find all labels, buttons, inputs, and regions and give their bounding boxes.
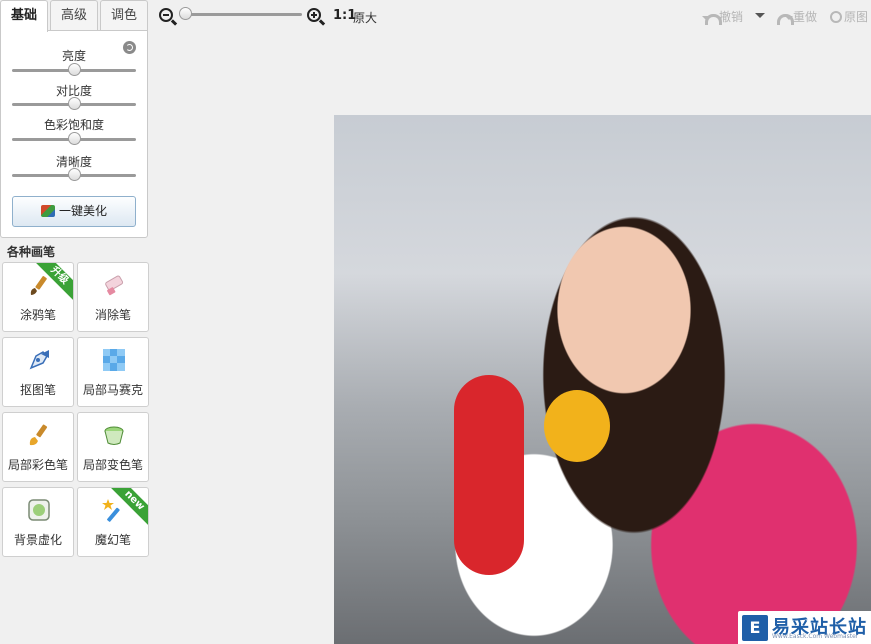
mosaic-brush-button[interactable]: 局部马赛克: [77, 337, 149, 407]
image-canvas[interactable]: [334, 115, 871, 644]
mosaic-brush-label: 局部马赛克: [82, 383, 143, 397]
original-image-icon: [830, 11, 842, 23]
sharpness-slider-thumb[interactable]: [68, 168, 81, 181]
original-image-label: 原图: [844, 10, 869, 24]
photo-region: [454, 375, 524, 575]
pen-icon: [29, 350, 49, 370]
magic-brush-button[interactable]: new 魔幻笔: [77, 487, 149, 557]
brightness-label: 亮度: [61, 49, 86, 63]
contrast-slider[interactable]: [12, 97, 136, 110]
zoom-slider[interactable]: [181, 13, 302, 16]
eraser-icon: [105, 275, 124, 296]
cutout-brush-label: 抠图笔: [19, 383, 56, 397]
undo-button[interactable]: 撤销: [702, 8, 744, 25]
undo-label: 撤销: [719, 10, 744, 24]
saturation-slider[interactable]: [12, 132, 136, 145]
zoom-slider-thumb[interactable]: [179, 7, 192, 20]
zoom-in-icon[interactable]: [307, 8, 321, 22]
background-blur-button[interactable]: 背景虚化: [2, 487, 74, 557]
tab-bar: 基础 高级 调色: [0, 0, 148, 32]
contrast-slider-thumb[interactable]: [68, 97, 81, 110]
brushes-title: 各种画笔: [7, 245, 56, 259]
brightness-slider-thumb[interactable]: [68, 63, 81, 76]
watermark-subtext: Www.Easck.Com Webmaster: [772, 633, 859, 640]
background-blur-label: 背景虚化: [13, 533, 62, 547]
redo-label: 重做: [793, 10, 818, 24]
photo-detail: [544, 390, 610, 462]
brush-icon: [30, 276, 47, 295]
color-brush-icon: [29, 424, 48, 446]
original-size-button[interactable]: 原大: [353, 9, 377, 26]
eraser-brush-button[interactable]: 消除笔: [77, 262, 149, 332]
original-image-button[interactable]: 原图: [830, 8, 868, 25]
saturation-label: 色彩饱和度: [43, 118, 104, 132]
tab-color[interactable]: 调色: [100, 0, 148, 31]
watermark-logo-icon: E: [742, 615, 768, 641]
tab-advanced[interactable]: 高级: [50, 0, 98, 31]
doodle-brush-button[interactable]: 升级 涂鸦笔: [2, 262, 74, 332]
site-watermark: E 易采站长站 Www.Easck.Com Webmaster: [738, 611, 871, 644]
recolor-brush-label: 局部变色笔: [82, 458, 143, 472]
blur-icon: [28, 499, 50, 521]
sharpness-slider[interactable]: [12, 168, 136, 181]
color-brush-button[interactable]: 局部彩色笔: [2, 412, 74, 482]
beautify-icon: [40, 205, 55, 217]
mosaic-icon: [103, 349, 125, 371]
tab-basic[interactable]: 基础: [0, 0, 48, 32]
magic-brush-label: 魔幻笔: [94, 533, 131, 547]
adjust-panel: 亮度 对比度 色彩饱和度 清晰度 一键美化: [0, 30, 148, 238]
redo-button[interactable]: 重做: [777, 8, 817, 25]
color-brush-label: 局部彩色笔: [7, 458, 68, 472]
eraser-brush-label: 消除笔: [94, 308, 131, 322]
undo-dropdown-icon[interactable]: [755, 13, 765, 23]
one-click-beautify-label: 一键美化: [58, 204, 107, 218]
magic-wand-icon: [102, 499, 120, 522]
cutout-brush-button[interactable]: 抠图笔: [2, 337, 74, 407]
saturation-slider-thumb[interactable]: [68, 132, 81, 145]
zoom-out-icon[interactable]: [159, 8, 173, 22]
one-click-beautify-button[interactable]: 一键美化: [12, 196, 136, 227]
recolor-brush-button[interactable]: 局部变色笔: [77, 412, 149, 482]
undo-icon: [702, 11, 722, 25]
brightness-slider[interactable]: [12, 63, 136, 76]
doodle-brush-label: 涂鸦笔: [19, 308, 56, 322]
paint-bucket-icon: [104, 426, 124, 445]
redo-icon: [777, 11, 794, 25]
